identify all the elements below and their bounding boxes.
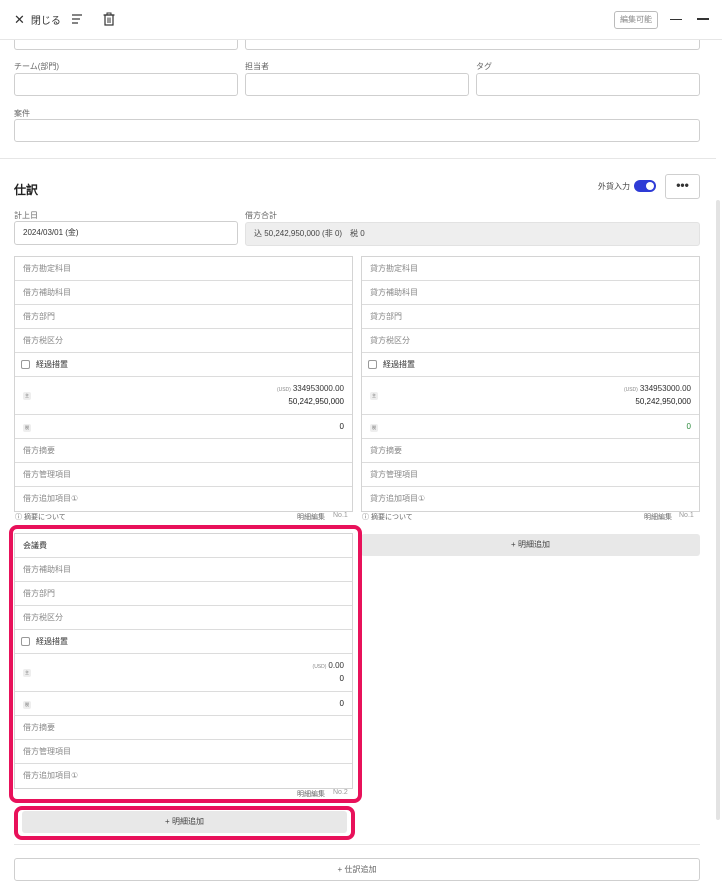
cut-off-input-left[interactable]	[14, 40, 238, 50]
date-input[interactable]: 2024/03/01 (金)	[14, 221, 238, 245]
collapse-icon[interactable]	[697, 18, 709, 20]
transitional-checkbox-row[interactable]: 経過措置	[362, 353, 699, 377]
tax-tag: 税	[23, 424, 31, 432]
tax-tag: 税	[370, 424, 378, 432]
tag-label: タグ	[476, 62, 492, 71]
checkbox[interactable]	[368, 360, 377, 369]
transitional-checkbox-row[interactable]: 経過措置	[15, 353, 352, 377]
amount-tag: 主	[370, 392, 378, 400]
tag-input[interactable]	[476, 73, 700, 96]
debit-account-input[interactable]: 借方勘定科目	[15, 257, 352, 281]
close-icon: ✕	[14, 12, 25, 27]
jpy-amount: 50,242,950,000	[288, 397, 344, 406]
debit-total-display: 込 50,242,950,000 (非 0) 税 0	[245, 222, 700, 246]
usd-value: 334953000.00	[639, 384, 691, 393]
entry-number: No.1	[333, 512, 348, 519]
date-label: 計上日	[14, 211, 38, 220]
debit-sub-account-input[interactable]: 借方補助科目	[15, 281, 352, 305]
project-label: 案件	[14, 109, 30, 118]
credit-tax-category-input[interactable]: 貸方税区分	[362, 329, 699, 353]
close-label: 閉じる	[30, 16, 61, 27]
team-label: チーム(部門)	[14, 62, 60, 71]
detail-edit-link[interactable]: 明細編集	[644, 512, 672, 522]
debit-department-input[interactable]: 借方部門	[15, 305, 352, 329]
team-input[interactable]	[14, 73, 238, 96]
fx-toggle-group[interactable]: 外貨入力	[598, 180, 656, 192]
credit-tax-row[interactable]: 税 0	[362, 415, 699, 439]
trash-icon[interactable]	[102, 11, 116, 27]
credit-amount-row[interactable]: 主 (USD) 334953000.00 50,242,950,000	[362, 377, 699, 415]
transitional-label: 経過措置	[383, 360, 415, 369]
usd-value: 334953000.00	[292, 384, 344, 393]
top-bar: ✕ 閉じる 編集可能	[0, 0, 722, 40]
debit-summary-input[interactable]: 借方摘要	[15, 439, 352, 463]
credit-management-input[interactable]: 貸方管理項目	[362, 463, 699, 487]
editable-badge: 編集可能	[614, 11, 658, 29]
tax-value: 0	[686, 422, 691, 431]
about-summary-link[interactable]: ⓘ 摘要について	[15, 512, 66, 522]
debit-amount-row[interactable]: 主 (USD) 334953000.00 50,242,950,000	[15, 377, 352, 415]
add-journal-button[interactable]: + 仕訳追加	[14, 858, 700, 881]
credit-column-1: 貸方勘定科目 貸方補助科目 貸方部門 貸方税区分 経過措置 主 (USD) 334…	[361, 256, 700, 512]
credit-sub-account-input[interactable]: 貸方補助科目	[362, 281, 699, 305]
project-input[interactable]	[14, 119, 700, 142]
add-detail-button[interactable]: + 明細追加	[361, 534, 700, 556]
align-left-icon[interactable]	[70, 11, 84, 27]
debit-tax-row[interactable]: 税 0	[15, 415, 352, 439]
transitional-label: 経過措置	[36, 360, 68, 369]
more-menu-button[interactable]: •••	[665, 174, 700, 199]
minimize-icon[interactable]	[670, 19, 682, 20]
usd-amount: (USD) 334953000.00	[277, 384, 344, 393]
highlight-frame-add	[14, 806, 355, 840]
checkbox[interactable]	[21, 360, 30, 369]
divider	[0, 158, 716, 159]
usd-amount: (USD) 334953000.00	[624, 384, 691, 393]
scrollbar[interactable]	[716, 200, 720, 820]
detail-edit-link[interactable]: 明細編集	[297, 512, 325, 522]
fx-toggle[interactable]	[634, 180, 656, 192]
usd-tag: (USD)	[276, 387, 291, 393]
credit-additional-input[interactable]: 貸方追加項目①	[362, 487, 699, 511]
tax-value: 0	[339, 422, 344, 431]
cut-off-input-right[interactable]	[245, 40, 700, 50]
entry-number: No.1	[679, 512, 694, 519]
owner-label: 担当者	[245, 62, 269, 71]
debit-additional-input[interactable]: 借方追加項目①	[15, 487, 352, 511]
credit-summary-input[interactable]: 貸方摘要	[362, 439, 699, 463]
credit-account-input[interactable]: 貸方勘定科目	[362, 257, 699, 281]
debit-total-label: 借方合計	[245, 211, 277, 220]
about-summary-link[interactable]: ⓘ 摘要について	[362, 512, 413, 522]
credit-department-input[interactable]: 貸方部門	[362, 305, 699, 329]
highlight-frame-entry	[9, 525, 362, 803]
owner-input[interactable]	[245, 73, 469, 96]
divider	[14, 844, 700, 845]
debit-management-input[interactable]: 借方管理項目	[15, 463, 352, 487]
debit-tax-category-input[interactable]: 借方税区分	[15, 329, 352, 353]
journal-title: 仕訳	[14, 183, 39, 197]
close-button[interactable]: ✕ 閉じる	[14, 12, 61, 27]
amount-tag: 主	[23, 392, 31, 400]
debit-column-1: 借方勘定科目 借方補助科目 借方部門 借方税区分 経過措置 主 (USD) 334…	[14, 256, 353, 512]
fx-label: 外貨入力	[598, 181, 630, 191]
usd-tag: (USD)	[623, 387, 638, 393]
jpy-amount: 50,242,950,000	[635, 397, 691, 406]
